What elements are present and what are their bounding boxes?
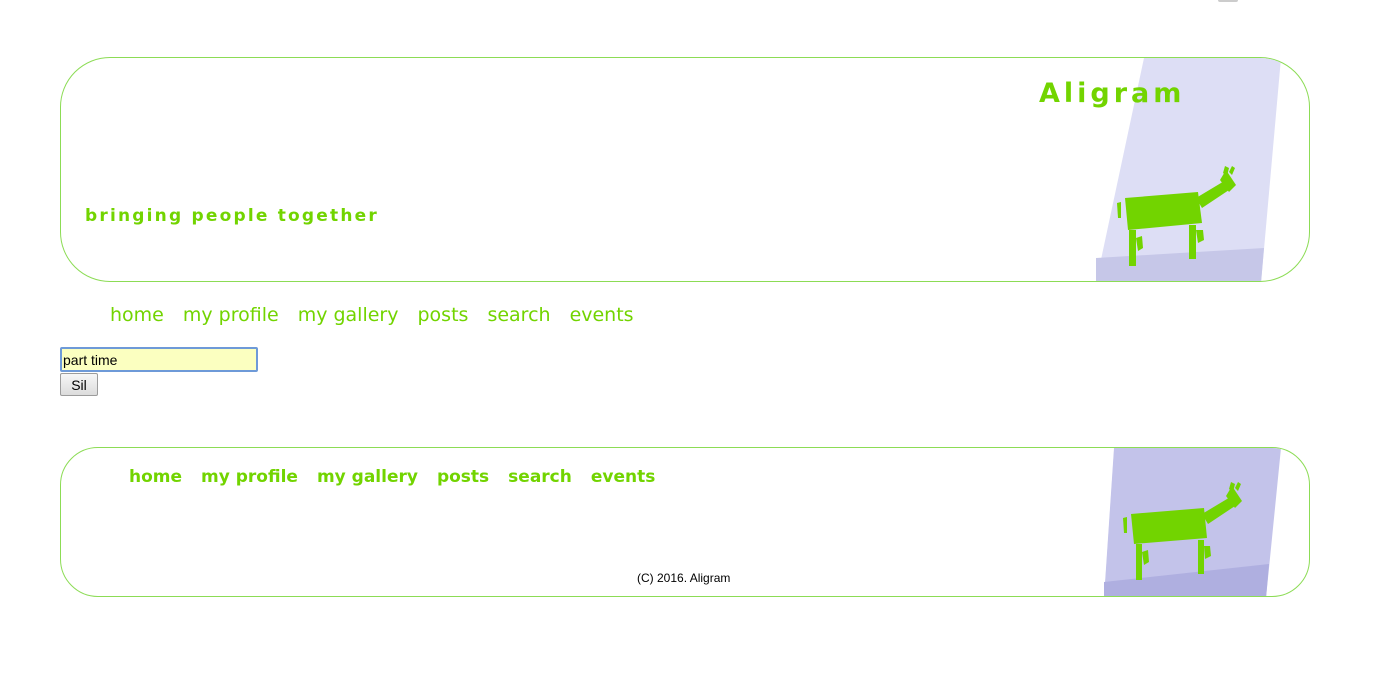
site-title: Aligram (1039, 78, 1186, 109)
footer-nav-link-search[interactable]: search (508, 467, 572, 487)
text-input[interactable] (60, 347, 258, 372)
header-banner: Aligram bringing people together (60, 57, 1310, 282)
nav-link-my-profile[interactable]: my profile (183, 304, 279, 326)
nav-link-posts[interactable]: posts (418, 304, 469, 326)
nav-link-search[interactable]: search (487, 304, 550, 326)
footer-nav-link-my-profile[interactable]: my profile (201, 467, 298, 487)
corner-mark (1218, 0, 1238, 2)
footer-nav-link-home[interactable]: home (129, 467, 182, 487)
nav-link-events[interactable]: events (570, 304, 634, 326)
nav-link-home[interactable]: home (110, 304, 164, 326)
nav-link-my-gallery[interactable]: my gallery (298, 304, 399, 326)
footer-nav-link-my-gallery[interactable]: my gallery (317, 467, 418, 487)
main-nav: home my profile my gallery posts search … (110, 304, 653, 326)
footer-decoration (1104, 448, 1281, 596)
footer-banner: home my profile my gallery posts search … (60, 447, 1310, 597)
footer-nav: home my profile my gallery posts search … (129, 467, 674, 487)
copyright-text: (C) 2016. Aligram (637, 571, 731, 585)
footer-nav-link-posts[interactable]: posts (437, 467, 489, 487)
footer-nav-link-events[interactable]: events (591, 467, 656, 487)
tagline: bringing people together (85, 206, 379, 226)
sil-button[interactable]: Sil (60, 373, 98, 396)
page: Aligram bringing people together home my… (0, 0, 1375, 676)
